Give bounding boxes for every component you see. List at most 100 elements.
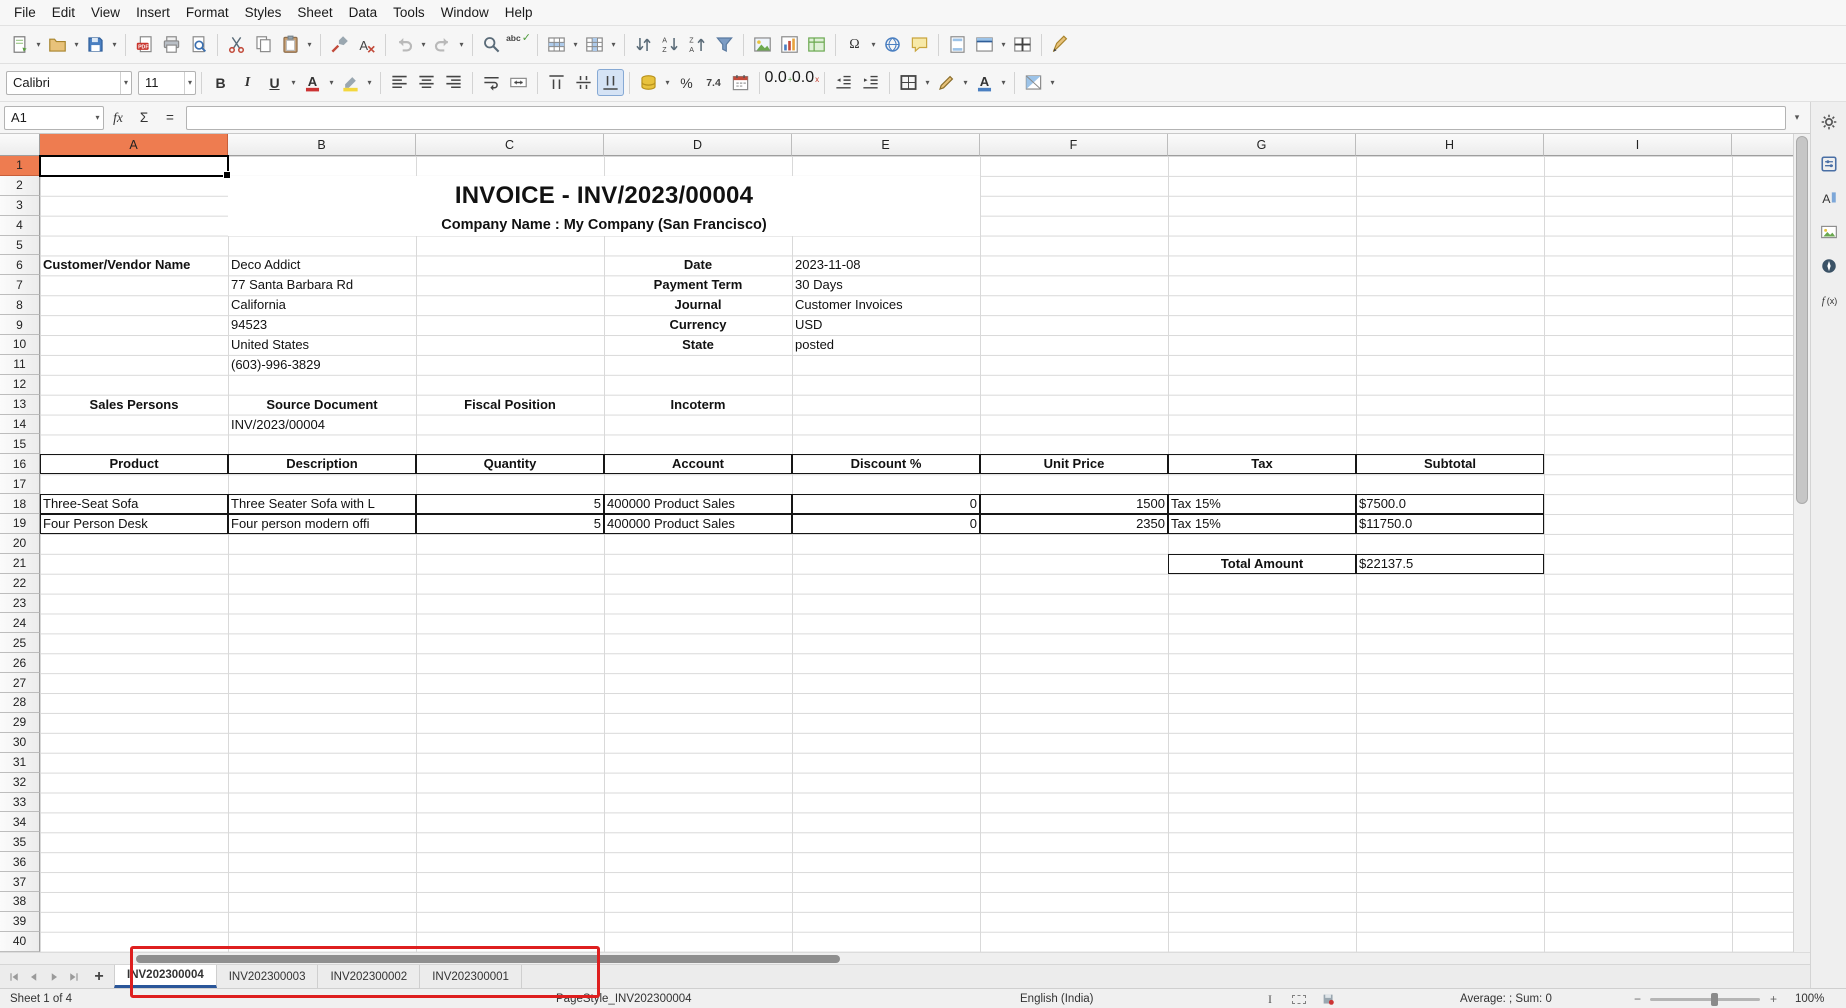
row-header-7[interactable]: 7 bbox=[0, 275, 40, 295]
freeze-panes-icon[interactable] bbox=[971, 31, 998, 58]
cell-D6[interactable]: Date bbox=[604, 255, 792, 275]
font-color-dropdown[interactable]: ▾ bbox=[326, 69, 337, 96]
cell-G21[interactable]: Total Amount bbox=[1168, 554, 1356, 574]
row-header-4[interactable]: 4 bbox=[0, 216, 40, 236]
cell-B2[interactable]: INVOICE - INV/2023/00004 bbox=[228, 176, 980, 216]
spelling-icon[interactable]: abc✓ bbox=[505, 31, 532, 58]
cell-B8[interactable]: California bbox=[228, 295, 416, 315]
previous-sheet-button[interactable] bbox=[24, 965, 44, 988]
select-all-corner[interactable] bbox=[0, 134, 40, 156]
menu-file[interactable]: File bbox=[6, 2, 44, 23]
cell-G19[interactable]: Tax 15% bbox=[1168, 514, 1356, 534]
cell-D16[interactable]: Account bbox=[604, 454, 792, 474]
cell-H18[interactable]: $7500.0 bbox=[1356, 494, 1544, 514]
sheet-tab-INV202300004[interactable]: INV202300004 bbox=[114, 965, 217, 988]
open-icon[interactable] bbox=[44, 31, 71, 58]
formula-icon[interactable]: = bbox=[158, 106, 182, 130]
cell-E16[interactable]: Discount % bbox=[792, 454, 980, 474]
row-header-29[interactable]: 29 bbox=[0, 713, 40, 733]
cell-G18[interactable]: Tax 15% bbox=[1168, 494, 1356, 514]
merge-cells-icon[interactable] bbox=[505, 69, 532, 96]
menu-data[interactable]: Data bbox=[341, 2, 386, 23]
navigator-icon[interactable] bbox=[1815, 252, 1843, 280]
font-color-button[interactable]: A bbox=[299, 69, 326, 96]
row-header-5[interactable]: 5 bbox=[0, 236, 40, 256]
autofilter-icon[interactable] bbox=[711, 31, 738, 58]
next-sheet-button[interactable] bbox=[44, 965, 64, 988]
row-header-36[interactable]: 36 bbox=[0, 852, 40, 872]
align-left-icon[interactable] bbox=[386, 69, 413, 96]
cell-B7[interactable]: 77 Santa Barbara Rd bbox=[228, 275, 416, 295]
format-percent-icon[interactable]: % bbox=[673, 69, 700, 96]
properties-icon[interactable] bbox=[1815, 150, 1843, 178]
menu-edit[interactable]: Edit bbox=[44, 2, 83, 23]
row-header-38[interactable]: 38 bbox=[0, 892, 40, 912]
row-header-27[interactable]: 27 bbox=[0, 673, 40, 693]
undo-dropdown[interactable]: ▾ bbox=[418, 31, 429, 58]
decrease-indent-icon[interactable] bbox=[830, 69, 857, 96]
font-name-combo[interactable]: Calibri▾ bbox=[6, 71, 132, 95]
row-header-9[interactable]: 9 bbox=[0, 315, 40, 335]
show-draw-functions-icon[interactable] bbox=[1047, 31, 1074, 58]
cell-C13[interactable]: Fiscal Position bbox=[416, 395, 604, 415]
column-header-I[interactable]: I bbox=[1544, 134, 1732, 156]
cell-H19[interactable]: $11750.0 bbox=[1356, 514, 1544, 534]
row-header-14[interactable]: 14 bbox=[0, 415, 40, 435]
increase-indent-icon[interactable] bbox=[857, 69, 884, 96]
cell-B13[interactable]: Source Document bbox=[228, 395, 416, 415]
insert-comment-icon[interactable] bbox=[906, 31, 933, 58]
page-style[interactable]: PageStyle_INV202300004 bbox=[556, 989, 692, 1008]
sheet-tab-INV202300003[interactable]: INV202300003 bbox=[217, 965, 319, 988]
menu-tools[interactable]: Tools bbox=[385, 2, 433, 23]
cell-D9[interactable]: Currency bbox=[604, 315, 792, 335]
cell-B11[interactable]: (603)-996-3829 bbox=[228, 355, 416, 375]
sort-icon[interactable] bbox=[630, 31, 657, 58]
cell-E18[interactable]: 0 bbox=[792, 494, 980, 514]
add-decimal-icon[interactable]: 0.0+ bbox=[765, 69, 792, 96]
cell-D8[interactable]: Journal bbox=[604, 295, 792, 315]
cell-C18[interactable]: 5 bbox=[416, 494, 604, 514]
functions-icon[interactable]: f(x) bbox=[1815, 286, 1843, 314]
row-header-18[interactable]: 18 bbox=[0, 494, 40, 514]
row-header-33[interactable]: 33 bbox=[0, 793, 40, 813]
insert-row-dropdown[interactable]: ▾ bbox=[570, 31, 581, 58]
cell-D18[interactable]: 400000 Product Sales bbox=[604, 494, 792, 514]
open-dropdown[interactable]: ▾ bbox=[71, 31, 82, 58]
horizontal-scrollbar[interactable] bbox=[0, 952, 1810, 964]
first-sheet-button[interactable] bbox=[4, 965, 24, 988]
menu-sheet[interactable]: Sheet bbox=[289, 2, 340, 23]
cell-B9[interactable]: 94523 bbox=[228, 315, 416, 335]
row-header-19[interactable]: 19 bbox=[0, 514, 40, 534]
add-sheet-button[interactable]: + bbox=[88, 965, 110, 988]
borders-dropdown[interactable]: ▾ bbox=[922, 69, 933, 96]
insert-pivot-table-icon[interactable] bbox=[803, 31, 830, 58]
row-header-12[interactable]: 12 bbox=[0, 375, 40, 395]
highlight-color-dropdown[interactable]: ▾ bbox=[364, 69, 375, 96]
column-header-D[interactable]: D bbox=[604, 134, 792, 156]
column-header-F[interactable]: F bbox=[980, 134, 1168, 156]
copy-icon[interactable] bbox=[250, 31, 277, 58]
cell-F18[interactable]: 1500 bbox=[980, 494, 1168, 514]
vertical-scrollbar-thumb[interactable] bbox=[1796, 136, 1808, 504]
bold-button[interactable]: B bbox=[207, 69, 234, 96]
format-currency-dropdown[interactable]: ▾ bbox=[662, 69, 673, 96]
formula-input[interactable] bbox=[186, 106, 1786, 130]
cell-D10[interactable]: State bbox=[604, 335, 792, 355]
freeze-panes-dropdown[interactable]: ▾ bbox=[998, 31, 1009, 58]
row-header-20[interactable]: 20 bbox=[0, 534, 40, 554]
row-header-37[interactable]: 37 bbox=[0, 872, 40, 892]
cell-B19[interactable]: Four person modern offi bbox=[228, 514, 416, 534]
column-header-B[interactable]: B bbox=[228, 134, 416, 156]
print-icon[interactable] bbox=[158, 31, 185, 58]
row-header-25[interactable]: 25 bbox=[0, 633, 40, 653]
align-top-icon[interactable] bbox=[543, 69, 570, 96]
document-modified-icon[interactable] bbox=[1322, 989, 1335, 1008]
cell-C19[interactable]: 5 bbox=[416, 514, 604, 534]
row-header-6[interactable]: 6 bbox=[0, 255, 40, 275]
insert-row-icon[interactable] bbox=[543, 31, 570, 58]
cell-B4[interactable]: Company Name : My Company (San Francisco… bbox=[228, 216, 980, 236]
border-style-icon[interactable] bbox=[933, 69, 960, 96]
sort-ascending-icon[interactable]: AZ bbox=[657, 31, 684, 58]
font-size-dropdown[interactable]: ▾ bbox=[184, 72, 195, 94]
export-pdf-icon[interactable]: PDF bbox=[131, 31, 158, 58]
